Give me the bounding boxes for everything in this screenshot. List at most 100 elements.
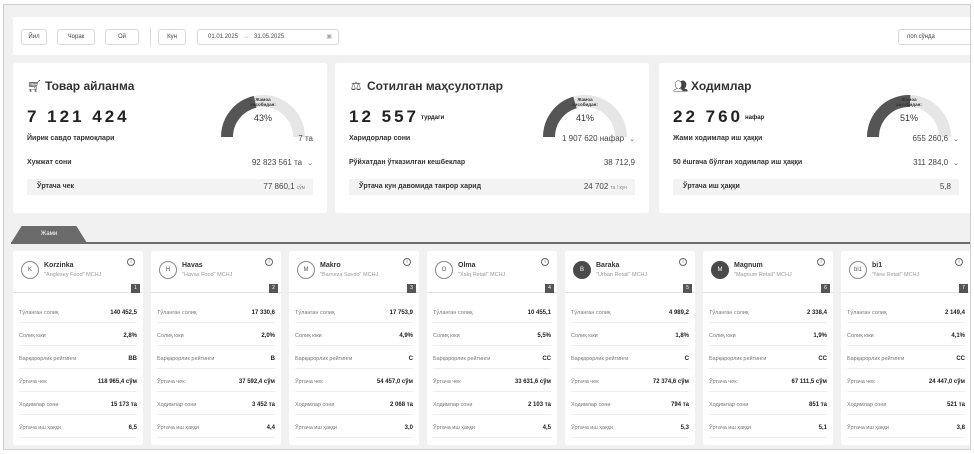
period-year-button[interactable]: Йил (21, 29, 47, 45)
period-month-button[interactable]: Ой (105, 29, 139, 45)
store-row-average-check: Ўртача чек 33 631,6 сўм (433, 372, 551, 392)
row-label: Жами ходимлар иш ҳаққи (673, 135, 763, 142)
info-icon[interactable]: i (817, 258, 825, 266)
kpi-title: 👥︎ Ходимлар (673, 79, 752, 93)
store-row-label: Тўланган солиқ (19, 310, 59, 316)
chevron-down-icon[interactable]: ⌄ (629, 136, 635, 143)
info-icon[interactable]: i (127, 258, 135, 266)
store-card[interactable]: H Havas "Havas Food" MCHJ i 2 Тўланган солиқ 1… (151, 251, 281, 445)
products-sold-icon: ⚖︎ (350, 79, 362, 93)
kpi-row[interactable]: Хужжат сони 92 823 561 та ⌄ (27, 155, 313, 171)
store-row-value: 24 447,0 сўм (928, 379, 965, 385)
store-row-label: Ўртача чек (433, 379, 461, 385)
store-rank-badge: 4 (545, 284, 554, 293)
store-row-tax-paid: Тўланган солиқ 17 330,6 (157, 303, 275, 323)
store-row-value: 794 та (671, 402, 689, 408)
store-row-value: 67 111,5 сўм (791, 379, 827, 385)
store-row-average-check: Ўртача чек 67 111,5 сўм (709, 372, 827, 392)
store-row-value: 4,9% (399, 333, 413, 339)
store-row-label: Ўртача чек (571, 379, 599, 385)
store-card[interactable]: M Makro "Barneza Savdo" MCHJ i 3 Тўланган сол… (289, 251, 419, 445)
store-card[interactable]: M Magnum "Magnum Retail" MCHJ i 6 Тўланган со… (703, 251, 833, 445)
store-company: "Havas Food" MCHJ (182, 272, 233, 278)
store-row-value: C (408, 356, 413, 362)
store-header: M Makro "Barneza Savdo" MCHJ i 3 (289, 251, 419, 293)
chevron-down-icon[interactable]: ⌄ (953, 160, 959, 167)
gauge-label: Жамоа хисобидан: (896, 97, 922, 107)
calendar-icon[interactable]: ▣ (326, 30, 332, 44)
info-icon[interactable]: i (679, 258, 687, 266)
store-row-value: 37 592,4 сўм (238, 379, 275, 385)
row-value: 92 823 561 та ⌄ (252, 155, 313, 172)
store-row-value: 4,5 (542, 425, 551, 431)
store-row-label: Ўртача иш ҳаққи (157, 425, 199, 431)
kpi-card-employees: 👥︎ Ходимлар 22 760 нафар Жамоа хисобидан: … (659, 63, 970, 213)
view-select[interactable]: non сўнда ⌄ (898, 29, 970, 45)
chevron-down-icon[interactable]: ⌄ (953, 136, 959, 143)
store-row-label: Ўртача иш ҳаққи (709, 425, 751, 431)
divider (150, 27, 151, 47)
row-label: 50 ёшгача бўлган ходимлар иш ҳаққи (673, 159, 803, 166)
store-row-employee-count: Ходимлар сони 851 та (709, 395, 827, 415)
store-row-label: Солиқ юки (709, 333, 736, 339)
store-row-label: Барқарорлик рейтинги (433, 356, 491, 362)
tab-total[interactable]: Жами (11, 226, 87, 243)
info-icon[interactable]: i (265, 258, 273, 266)
store-row-label: Ўртача иш ҳаққи (571, 425, 613, 431)
row-label: Рўйхатдан ўтказилган кешбеклар (349, 159, 466, 166)
row-value: 311 284,0 ⌄ (913, 155, 959, 172)
store-row-label: Ўртача иш ҳаққи (295, 425, 337, 431)
store-row-stability-rating: Барқарорлик рейтинги CC (709, 349, 827, 369)
info-icon[interactable]: i (403, 258, 411, 266)
store-row-average-check: Ўртача чек 37 592,4 сўм (157, 372, 275, 392)
store-name: Korzinka (44, 262, 74, 269)
store-row-tax-paid: Тўланган солиқ 17 753,9 (295, 303, 413, 323)
date-range-picker[interactable]: 01.01.2025 → 31.05.2025 ▣ (197, 29, 339, 45)
store-row-label: Тўланган солиқ (433, 310, 473, 316)
store-card[interactable]: O Olma "Xalq Retail" MCHJ i 4 Тўланган солиқ 1… (427, 251, 557, 445)
store-row-value: 3 452 та (252, 402, 275, 408)
row-value-text: 655 260,6 (912, 134, 949, 143)
store-row-label: Солиқ юки (19, 333, 46, 339)
kpi-row: Рўйхатдан ўтказилган кешбеклар 38 712,9 (349, 155, 635, 171)
kpi-row[interactable]: 50 ёшгача бўлган ходимлар иш ҳаққи 311 28… (673, 155, 959, 171)
row-value-text: 24 702 (583, 182, 609, 191)
kpi-big-number: 7 121 424 (27, 107, 130, 126)
store-row-employee-count: Ходимлар сони 3 452 та (157, 395, 275, 415)
gauge-label: Жамоа хисобидан: (250, 97, 276, 107)
store-rank-badge: 6 (821, 284, 830, 293)
row-value: 1 907 620 нафар ⌄ (562, 131, 635, 148)
period-quarter-button[interactable]: Чорак (57, 29, 95, 45)
store-row-value: CC (956, 356, 965, 362)
store-row-average-salary: Ўртача иш ҳаққи 4,4 (157, 418, 275, 438)
store-row-value: 1,8% (675, 333, 689, 339)
kpi-row[interactable]: Жами ходимлар иш ҳаққи 655 260,6 ⌄ (673, 131, 959, 147)
info-icon[interactable]: i (541, 258, 549, 266)
info-icon[interactable]: i (955, 258, 963, 266)
store-card[interactable]: B Baraka "Urban Retail" MCHJ i 5 Тўланган сол… (565, 251, 695, 445)
kpi-big-unit: турдаги (421, 114, 445, 121)
store-card[interactable]: K Korzinka "Anglesey Food" MCHJ i 1 Тўланган … (13, 251, 143, 445)
store-row-label: Ходимлар сони (571, 402, 611, 408)
row-value: 24 702 та / кун (584, 179, 627, 196)
store-row-value: CC (818, 356, 827, 362)
store-row-label: Ўртача иш ҳаққи (847, 425, 889, 431)
store-row-label: Тўланган солиқ (709, 310, 749, 316)
store-row-tax-burden: Солиқ юки 2,0% (157, 326, 275, 346)
period-day-button[interactable]: Кун (158, 29, 186, 45)
store-row-average-salary: Ўртача иш ҳаққи 3,0 (295, 418, 413, 438)
store-row-average-salary: Ўртача иш ҳаққи 5,1 (709, 418, 827, 438)
store-row-average-salary: Ўртача иш ҳаққи 3,8 (847, 418, 965, 438)
kpi-row: Ўртача иш ҳаққи 5,8 (673, 179, 959, 195)
chevron-down-icon[interactable]: ⌄ (307, 160, 313, 167)
store-row-label: Ходимлар сони (847, 402, 887, 408)
store-card[interactable]: bi1 bi1 "New Retail" MCHJ i 7 Тўланган солиқ 2… (841, 251, 970, 445)
store-row-stability-rating: Барқарорлик рейтинги CC (433, 349, 551, 369)
kpi-row[interactable]: Харидорлар сони 1 907 620 нафар ⌄ (349, 131, 635, 147)
store-row-label: Ходимлар сони (295, 402, 335, 408)
store-row-label: Ўртача иш ҳаққи (433, 425, 475, 431)
store-rank-badge: 2 (269, 284, 278, 293)
store-row-value: 2 068 та (390, 402, 413, 408)
store-row-label: Барқарорлик рейтинги (19, 356, 77, 362)
store-row-value: 140 452,5 (110, 310, 137, 316)
